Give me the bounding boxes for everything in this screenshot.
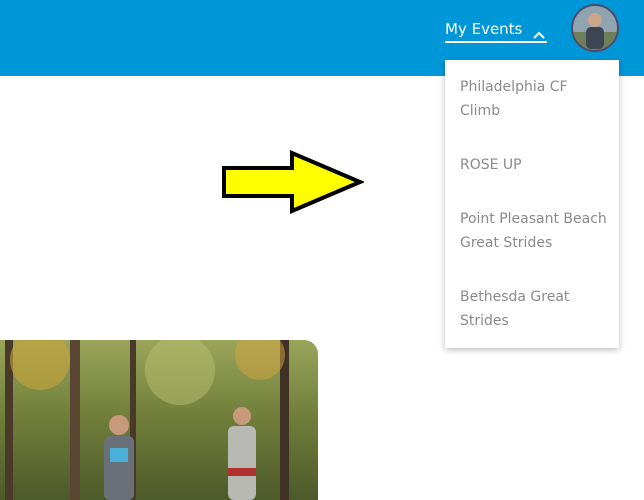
- event-item-bethesda-great-strides[interactable]: Bethesda Great Strides: [460, 285, 610, 333]
- my-events-menu-toggle[interactable]: My Events: [445, 17, 548, 43]
- user-avatar[interactable]: [571, 4, 619, 52]
- chevron-up-icon: [532, 24, 546, 39]
- my-events-label: My Events: [445, 20, 523, 38]
- event-item-philadelphia-cf-climb[interactable]: Philadelphia CF Climb: [460, 75, 610, 123]
- annotation-arrow: [222, 149, 366, 218]
- event-item-rose-up[interactable]: ROSE UP: [460, 153, 610, 177]
- my-events-dropdown: Philadelphia CF Climb ROSE UP Point Plea…: [445, 60, 619, 348]
- hikers-photo: [0, 340, 318, 500]
- event-item-point-pleasant-beach-great-strides[interactable]: Point Pleasant Beach Great Strides: [460, 207, 610, 255]
